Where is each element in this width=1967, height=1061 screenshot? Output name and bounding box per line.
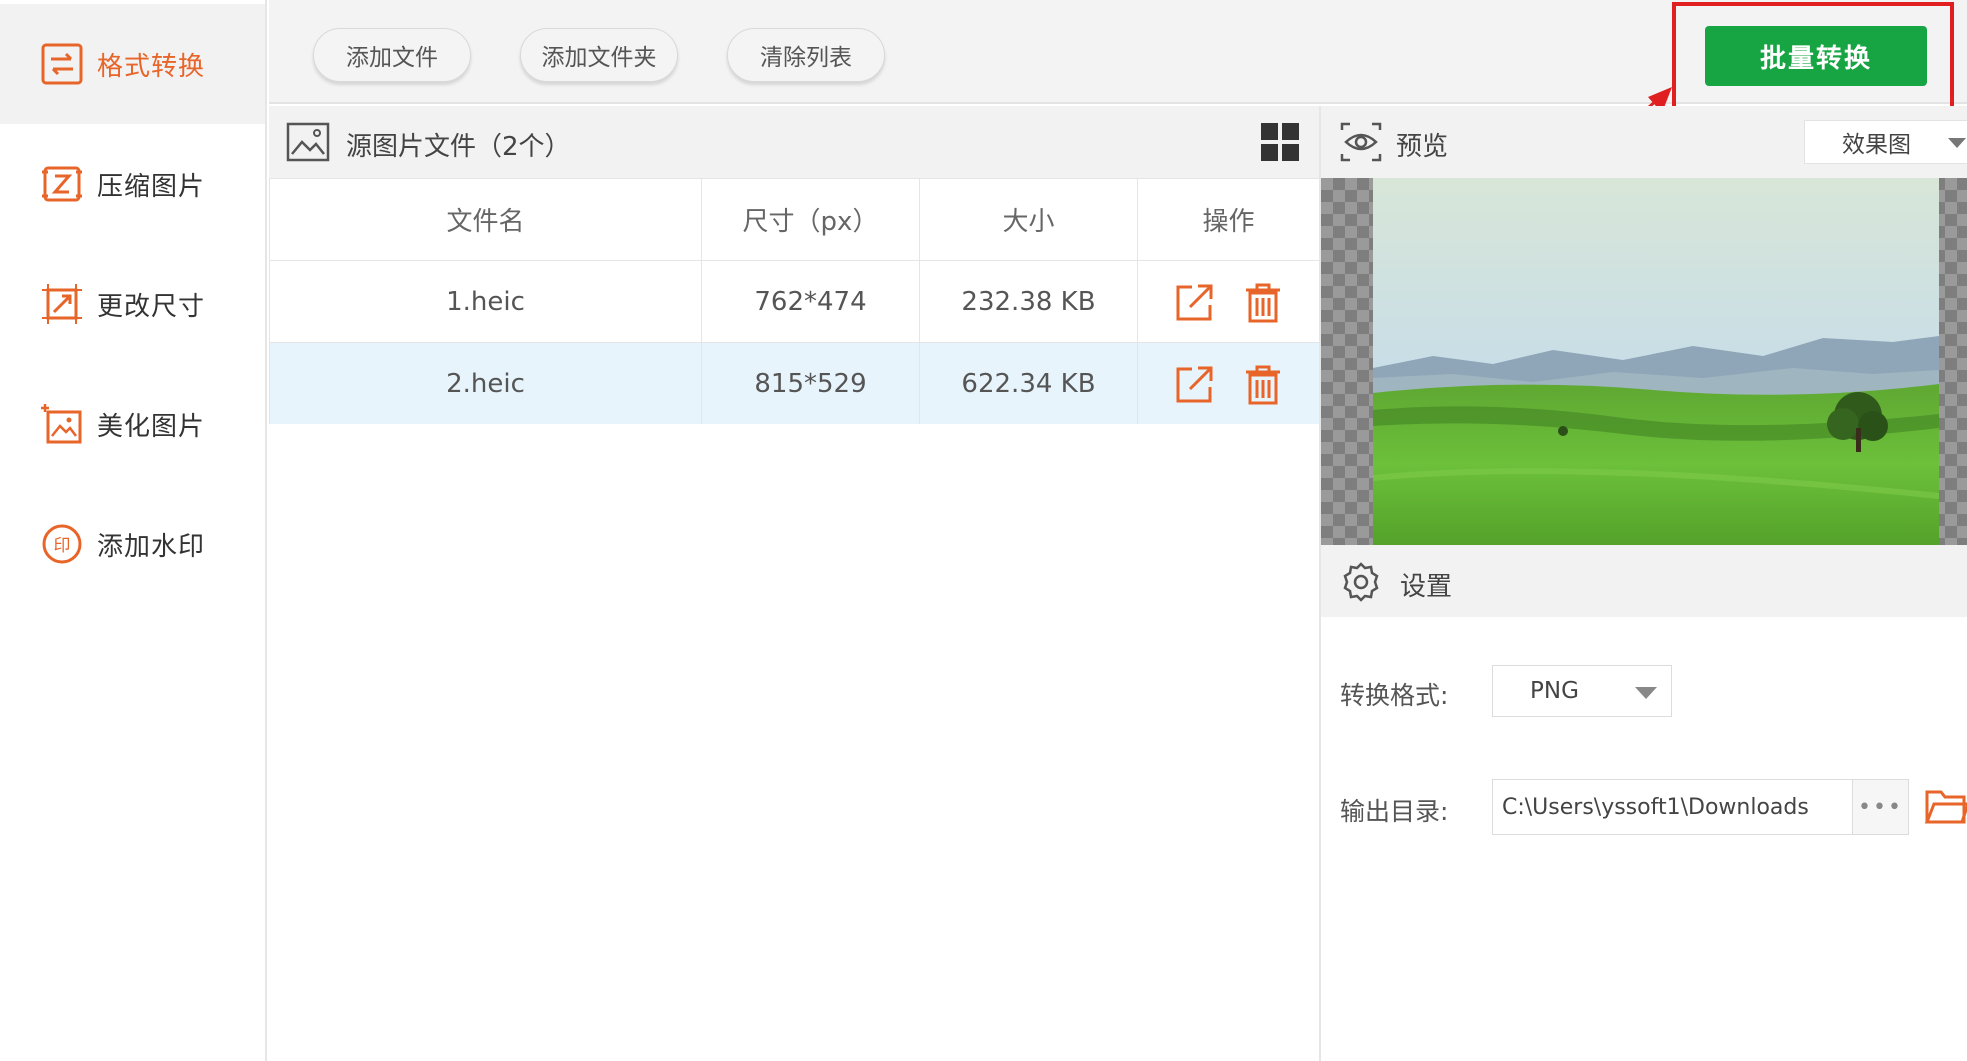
format-select[interactable]: PNG <box>1492 665 1672 717</box>
column-header-filename: 文件名 <box>269 178 702 261</box>
add-folder-button[interactable]: 添加文件夹 <box>520 28 678 82</box>
column-header-dimensions: 尺寸（px） <box>701 178 920 261</box>
preview-mode-select[interactable]: 效果图 <box>1804 120 1967 164</box>
column-header-actions: 操作 <box>1137 178 1320 261</box>
image-icon <box>286 122 330 162</box>
sidebar-item-format-convert[interactable]: 格式转换 <box>0 4 265 124</box>
sidebar-item-compress[interactable]: 压缩图片 <box>0 124 265 244</box>
sidebar-item-label: 压缩图片 <box>97 171 206 202</box>
delete-icon[interactable] <box>1242 281 1284 323</box>
format-label: 转换格式: <box>1340 681 1449 710</box>
delete-icon[interactable] <box>1242 363 1284 405</box>
sidebar-item-beautify[interactable]: 美化图片 <box>0 364 265 484</box>
sidebar-item-resize[interactable]: 更改尺寸 <box>0 244 265 364</box>
source-panel-title: 源图片文件（2个） <box>346 132 571 162</box>
browse-dots-button[interactable]: ••• <box>1853 779 1909 835</box>
chevron-down-icon <box>1635 687 1657 699</box>
clear-list-button[interactable]: 清除列表 <box>727 28 885 82</box>
sidebar-item-label: 格式转换 <box>97 51 206 82</box>
preview-image <box>1373 178 1939 545</box>
file-table: 文件名 尺寸（px） 大小 操作 1.heic 762*474 232.38 K… <box>269 178 1320 425</box>
open-external-icon[interactable] <box>1174 281 1216 323</box>
resize-icon <box>42 284 82 324</box>
open-external-icon[interactable] <box>1174 363 1216 405</box>
file-actions-cell <box>1137 342 1320 425</box>
format-convert-icon <box>41 43 83 85</box>
batch-convert-button[interactable]: 批量转换 <box>1705 26 1927 86</box>
settings-header: 设置 <box>1321 545 1967 617</box>
file-dimensions-cell: 762*474 <box>701 260 920 343</box>
output-dir-input[interactable] <box>1492 779 1853 835</box>
table-row[interactable]: 2.heic 815*529 622.34 KB <box>269 342 1320 425</box>
preview-title: 预览 <box>1396 132 1449 162</box>
svg-text:印: 印 <box>54 536 71 556</box>
file-dimensions-cell: 815*529 <box>701 342 920 425</box>
chevron-down-icon <box>1948 138 1966 148</box>
settings-title: 设置 <box>1400 572 1453 602</box>
sidebar: 格式转换 压缩图片 更改尺寸 美化图片 印 添加水印 <box>0 0 267 1061</box>
add-file-button[interactable]: 添加文件 <box>313 28 471 82</box>
sidebar-item-label: 添加水印 <box>97 531 206 562</box>
sidebar-item-label: 更改尺寸 <box>97 291 206 322</box>
watermark-icon: 印 <box>42 524 82 564</box>
table-header-row: 文件名 尺寸（px） 大小 操作 <box>269 178 1320 261</box>
file-list-empty-area <box>269 424 1319 1061</box>
file-size-cell: 232.38 KB <box>919 260 1138 343</box>
sidebar-item-label: 美化图片 <box>97 411 206 442</box>
eye-icon <box>1340 122 1382 162</box>
preview-mode-value: 效果图 <box>1842 132 1911 158</box>
grid-view-icon[interactable] <box>1260 122 1300 162</box>
file-actions-cell <box>1137 260 1320 343</box>
preview-header: 预览 效果图 <box>1321 106 1967 178</box>
file-size-cell: 622.34 KB <box>919 342 1138 425</box>
output-dir-label: 输出目录: <box>1340 797 1449 826</box>
sidebar-item-watermark[interactable]: 印 添加水印 <box>0 484 265 604</box>
beautify-icon <box>41 404 82 444</box>
folder-icon[interactable] <box>1924 782 1967 830</box>
table-row[interactable]: 1.heic 762*474 232.38 KB <box>269 260 1320 343</box>
gear-icon <box>1343 562 1379 602</box>
file-name-cell: 2.heic <box>269 342 702 425</box>
right-panel: 预览 效果图 设置 转换格式: PNG 输出目录: C:\Users\yssof… <box>1319 106 1967 1061</box>
format-select-value: PNG <box>1530 678 1579 704</box>
column-header-size: 大小 <box>919 178 1138 261</box>
file-name-cell: 1.heic <box>269 260 702 343</box>
source-panel-header: 源图片文件（2个） <box>269 106 1319 178</box>
preview-area <box>1321 178 1967 545</box>
compress-icon <box>42 166 82 202</box>
